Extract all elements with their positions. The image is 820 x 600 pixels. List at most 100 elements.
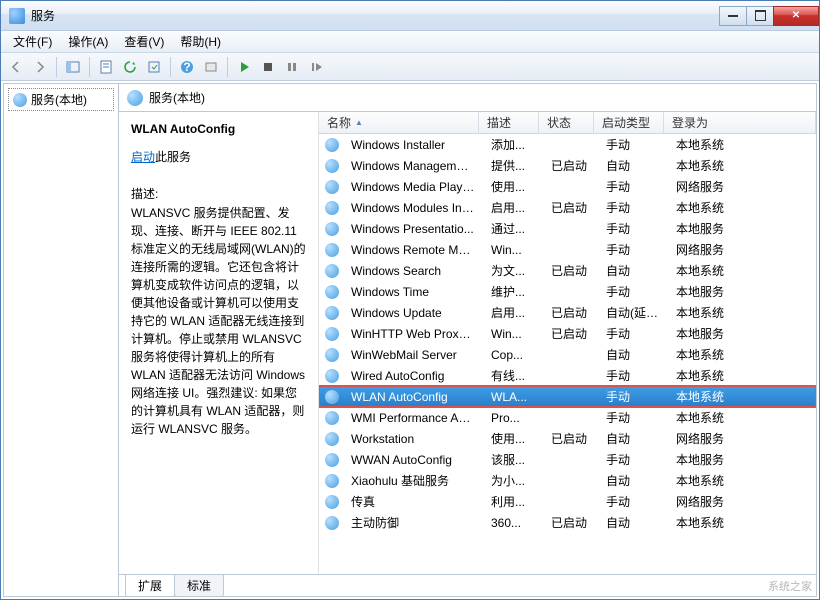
maximize-button[interactable]	[746, 6, 774, 26]
cell-logon: 本地系统	[668, 472, 816, 489]
cell-name: 主动防御	[343, 514, 483, 531]
cell-desc: 添加...	[483, 136, 543, 153]
service-row[interactable]: Windows Update启用...已启动自动(延迟...本地系统	[319, 302, 816, 323]
cell-name: WinHTTP Web Proxy A...	[343, 327, 483, 341]
service-row[interactable]: Windows Installer添加...手动本地系统	[319, 134, 816, 155]
cell-startup: 手动	[598, 199, 668, 216]
cell-logon: 本地系统	[668, 262, 816, 279]
cell-startup: 手动	[598, 325, 668, 342]
gear-icon	[325, 411, 339, 425]
stop-service-button[interactable]	[257, 56, 279, 78]
service-row[interactable]: Windows Remote Man...Win...手动网络服务	[319, 239, 816, 260]
close-button[interactable]	[773, 6, 819, 26]
export-button[interactable]	[143, 56, 165, 78]
service-row[interactable]: Windows Presentatio...通过...手动本地服务	[319, 218, 816, 239]
tree-root-label: 服务(本地)	[31, 91, 87, 108]
cell-logon: 本地系统	[668, 304, 816, 321]
cell-logon: 网络服务	[668, 241, 816, 258]
cell-desc: 360...	[483, 516, 543, 530]
gear-icon	[325, 222, 339, 236]
show-hide-tree-button[interactable]	[62, 56, 84, 78]
start-service-button[interactable]	[233, 56, 255, 78]
service-row[interactable]: Windows Modules Ins...启用...已启动手动本地系统	[319, 197, 816, 218]
titlebar[interactable]: 服务	[1, 1, 819, 31]
gear-icon	[325, 327, 339, 341]
list-rows[interactable]: Windows Installer添加...手动本地系统Windows Mana…	[319, 134, 816, 574]
cell-name: Windows Managemen...	[343, 159, 483, 173]
cell-desc: WLA...	[483, 390, 543, 404]
col-startup[interactable]: 启动类型	[594, 112, 664, 133]
description-text: WLANSVC 服务提供配置、发现、连接、断开与 IEEE 802.11 标准定…	[131, 204, 308, 438]
list-header: 名称▲ 描述 状态 启动类型 登录为	[319, 112, 816, 134]
menu-view[interactable]: 查看(V)	[116, 31, 172, 52]
col-desc[interactable]: 描述	[479, 112, 539, 133]
cell-logon: 本地系统	[668, 346, 816, 363]
refresh-button[interactable]	[119, 56, 141, 78]
list-pane: 名称▲ 描述 状态 启动类型 登录为 Windows Installer添加..…	[319, 112, 816, 574]
service-row[interactable]: WinWebMail ServerCop...自动本地系统	[319, 344, 816, 365]
service-row[interactable]: Windows Managemen...提供...已启动自动本地系统	[319, 155, 816, 176]
cell-status: 已启动	[543, 262, 598, 279]
cell-desc: 启用...	[483, 199, 543, 216]
service-row[interactable]: WLAN AutoConfigWLA...手动本地系统	[319, 386, 816, 407]
cell-desc: 为文...	[483, 262, 543, 279]
service-row[interactable]: 主动防御360...已启动自动本地系统	[319, 512, 816, 533]
menubar: 文件(F) 操作(A) 查看(V) 帮助(H)	[1, 31, 819, 53]
properties-button[interactable]	[95, 56, 117, 78]
forward-button[interactable]	[29, 56, 51, 78]
cell-desc: 该服...	[483, 451, 543, 468]
gear-icon	[325, 516, 339, 530]
service-row[interactable]: WWAN AutoConfig该服...手动本地服务	[319, 449, 816, 470]
service-row[interactable]: WinHTTP Web Proxy A...Win...已启动手动本地服务	[319, 323, 816, 344]
help-button[interactable]: ?	[176, 56, 198, 78]
col-logon[interactable]: 登录为	[664, 112, 816, 133]
cell-status: 已启动	[543, 514, 598, 531]
col-name[interactable]: 名称▲	[319, 112, 479, 133]
toolbar-icon[interactable]	[200, 56, 222, 78]
detail-pane: WLAN AutoConfig 启动此服务 描述: WLANSVC 服务提供配置…	[119, 112, 319, 574]
gear-icon	[325, 474, 339, 488]
minimize-button[interactable]	[719, 6, 747, 26]
menu-help[interactable]: 帮助(H)	[172, 31, 229, 52]
window-title: 服务	[31, 7, 720, 24]
gear-icon	[325, 495, 339, 509]
cell-logon: 本地服务	[668, 283, 816, 300]
col-status[interactable]: 状态	[539, 112, 594, 133]
cell-startup: 自动	[598, 514, 668, 531]
cell-startup: 手动	[598, 220, 668, 237]
pause-service-button[interactable]	[281, 56, 303, 78]
cell-name: Windows Presentatio...	[343, 222, 483, 236]
menu-file[interactable]: 文件(F)	[5, 31, 60, 52]
cell-logon: 本地系统	[668, 199, 816, 216]
service-row[interactable]: 传真利用...手动网络服务	[319, 491, 816, 512]
pane-header: 服务(本地)	[119, 84, 816, 112]
cell-name: WMI Performance Ad...	[343, 411, 483, 425]
cell-startup: 自动	[598, 262, 668, 279]
cell-logon: 本地系统	[668, 388, 816, 405]
cell-startup: 手动	[598, 409, 668, 426]
gear-icon	[325, 390, 339, 404]
cell-name: Wired AutoConfig	[343, 369, 483, 383]
cell-logon: 网络服务	[668, 178, 816, 195]
service-row[interactable]: Windows Time维护...手动本地服务	[319, 281, 816, 302]
gear-icon	[325, 306, 339, 320]
service-row[interactable]: Windows Search为文...已启动自动本地系统	[319, 260, 816, 281]
cell-name: Windows Modules Ins...	[343, 201, 483, 215]
gear-icon	[127, 90, 143, 106]
service-row[interactable]: Windows Media Playe...使用...手动网络服务	[319, 176, 816, 197]
cell-desc: 通过...	[483, 220, 543, 237]
tree-root[interactable]: 服务(本地)	[8, 88, 114, 111]
cell-logon: 本地服务	[668, 451, 816, 468]
start-service-link[interactable]: 启动	[131, 150, 155, 164]
tab-standard[interactable]: 标准	[174, 575, 224, 597]
app-icon	[9, 8, 25, 24]
service-row[interactable]: Xiaohulu 基础服务为小...自动本地系统	[319, 470, 816, 491]
back-button[interactable]	[5, 56, 27, 78]
sort-asc-icon: ▲	[355, 118, 363, 127]
menu-action[interactable]: 操作(A)	[60, 31, 116, 52]
tab-extended[interactable]: 扩展	[125, 575, 175, 597]
service-row[interactable]: Wired AutoConfig有线...手动本地系统	[319, 365, 816, 386]
service-row[interactable]: Workstation使用...已启动自动网络服务	[319, 428, 816, 449]
service-row[interactable]: WMI Performance Ad...Pro...手动本地系统	[319, 407, 816, 428]
restart-service-button[interactable]	[305, 56, 327, 78]
